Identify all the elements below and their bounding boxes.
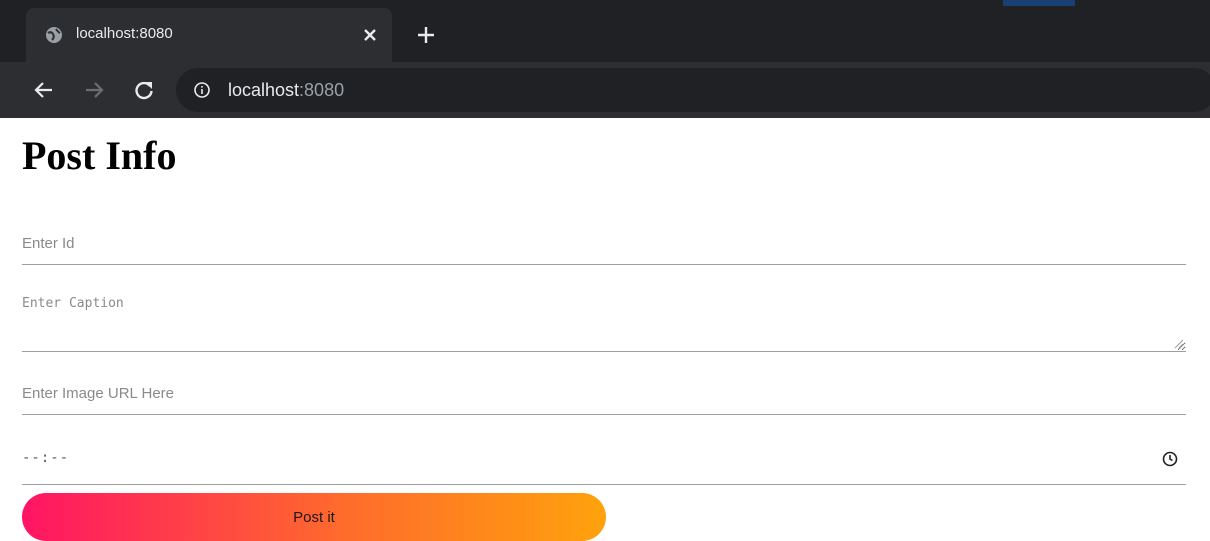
browser-tab[interactable]: localhost:8080: [26, 8, 392, 62]
close-icon[interactable]: [360, 25, 380, 45]
address-bar[interactable]: localhost:8080: [176, 68, 1210, 112]
url-text: localhost:8080: [228, 80, 344, 101]
browser-toolbar: localhost:8080: [0, 62, 1210, 118]
url-port: :8080: [299, 80, 345, 100]
time-value: --:--: [22, 450, 70, 466]
back-arrow-icon[interactable]: [32, 78, 56, 102]
tab-strip: localhost:8080: [0, 0, 1210, 62]
globe-icon: [46, 27, 62, 43]
id-input[interactable]: [22, 222, 1186, 265]
time-input[interactable]: --:--: [22, 436, 1186, 485]
reload-icon[interactable]: [132, 78, 156, 102]
caption-textarea[interactable]: [22, 288, 1186, 352]
forward-arrow-icon[interactable]: [82, 78, 106, 102]
image-url-input[interactable]: [22, 372, 1186, 415]
tab-accent-bar: [1003, 0, 1075, 6]
post-it-button[interactable]: Post it: [22, 493, 606, 541]
info-icon[interactable]: [193, 81, 211, 99]
tab-title: localhost:8080: [76, 25, 173, 42]
url-host: localhost: [228, 80, 300, 100]
page-title: Post Info: [22, 133, 177, 178]
resize-handle-icon[interactable]: [1172, 337, 1184, 349]
plus-icon[interactable]: [414, 23, 438, 47]
clock-icon[interactable]: [1162, 451, 1178, 467]
